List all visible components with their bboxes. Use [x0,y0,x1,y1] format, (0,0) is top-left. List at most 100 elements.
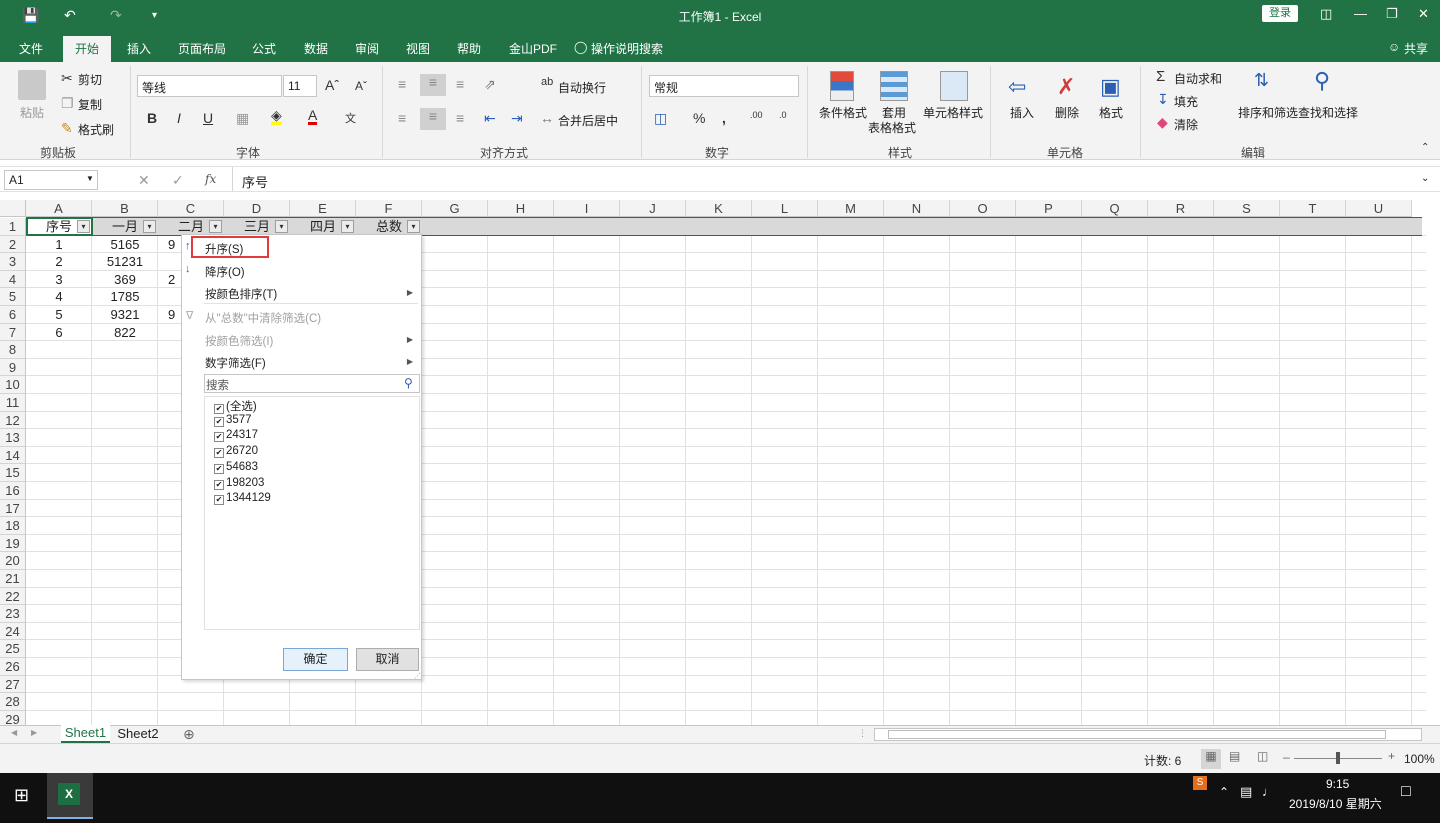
row-header[interactable]: 20 [0,552,26,570]
column-header[interactable]: O [950,200,1016,217]
volume-icon[interactable]: ♩ [1262,784,1275,799]
row-header[interactable]: 29 [0,710,26,725]
filter-dropdown-icon[interactable]: ▾ [143,220,156,233]
phonetic-icon[interactable]: 文 [345,110,356,126]
row-header[interactable]: 15 [0,464,26,482]
align-center-icon[interactable]: ≡ [420,108,446,130]
cell[interactable]: 6 [26,324,92,341]
column-header[interactable]: F [356,200,422,217]
notification-icon[interactable]: □ [1401,783,1411,801]
column-header[interactable]: U [1346,200,1412,217]
row-header[interactable]: 7 [0,323,26,342]
header-cell[interactable]: 四月 ▾ [290,218,356,235]
tab-file[interactable]: 文件 [19,40,43,57]
wrap-text-button[interactable]: 自动换行 [558,79,606,96]
row-header[interactable]: 6 [0,306,26,324]
header-cell[interactable]: 一月 ▾ [92,218,158,235]
column-header[interactable]: C [158,200,224,217]
row-header[interactable]: 9 [0,358,26,377]
ime-icon[interactable]: S [1193,776,1207,790]
header-cell[interactable]: 总数 ▾ [356,218,422,235]
sheet-tab-sheet1[interactable]: Sheet1 [61,725,110,743]
autosum-button[interactable]: 自动求和 [1174,70,1222,87]
delete-cells-button[interactable]: 删除 [1055,104,1079,121]
row-header[interactable]: 11 [0,394,26,412]
align-right-icon[interactable]: ≡ [456,110,464,126]
clock-date[interactable]: 2019/8/10 星期六 [1289,795,1382,812]
column-header[interactable]: S [1214,200,1280,217]
increase-decimal-icon[interactable]: .00 [750,110,763,120]
filter-value-item[interactable]: ✔ 3577 [214,414,252,427]
row-header[interactable]: 17 [0,499,26,518]
row-header[interactable]: 10 [0,376,26,394]
row-header[interactable]: 8 [0,341,26,359]
cell[interactable]: 369 [92,271,158,288]
resize-grip-icon[interactable]: ⋰ [414,672,421,680]
row-header[interactable]: 28 [0,693,26,711]
column-header[interactable]: I [554,200,620,217]
zoom-in-icon[interactable]: + [1388,749,1395,763]
collapse-ribbon-icon[interactable]: ⌃ [1421,142,1429,153]
network-icon[interactable]: ▤ [1240,784,1252,800]
insert-cells-button[interactable]: 插入 [1010,104,1034,121]
cell[interactable]: 9 [168,306,180,323]
conditional-format-button[interactable]: 条件格式 [819,104,867,121]
column-header[interactable]: T [1280,200,1346,217]
column-header[interactable]: E [290,200,356,217]
column-header[interactable]: G [422,200,488,217]
cut-button[interactable]: 剪切 [78,71,102,88]
zoom-level[interactable]: 100% [1404,752,1435,766]
share-icon[interactable]: ☺ [1388,40,1400,54]
cut-icon[interactable]: ✂ [61,70,73,87]
column-header[interactable]: R [1148,200,1214,217]
delete-cells-icon[interactable]: ✗ [1057,74,1075,100]
tab-page-layout[interactable]: 页面布局 [178,40,226,57]
filter-value-item[interactable]: ✔ 26720 [214,445,258,459]
sort-filter-icon[interactable]: ⇅ [1254,70,1269,91]
fill-color-icon[interactable]: ◈ [271,108,282,125]
format-painter-button[interactable]: 格式刷 [78,121,114,138]
row-header[interactable]: 12 [0,411,26,430]
conditional-format-icon[interactable] [830,71,854,101]
tab-formulas[interactable]: 公式 [252,40,276,57]
row-header[interactable]: 14 [0,446,26,465]
paste-button[interactable]: 粘贴 [20,104,44,121]
align-bottom-icon[interactable]: ≡ [456,76,464,92]
zoom-out-icon[interactable]: – [1283,750,1290,764]
row-header[interactable]: 21 [0,570,26,588]
border-icon[interactable]: ▦ [236,110,249,127]
header-cell[interactable]: 三月 ▾ [224,218,290,235]
ribbon-display-icon[interactable]: ◫ [1320,6,1332,22]
align-left-icon[interactable]: ≡ [398,110,406,126]
checkbox-checked-icon[interactable]: ✔ [214,432,224,443]
row-header[interactable]: 5 [0,288,26,306]
windows-start-icon[interactable]: ⊞ [14,785,29,806]
clear-button[interactable]: 清除 [1174,116,1198,133]
merge-center-button[interactable]: 合并后居中 [558,112,618,129]
row-header[interactable]: 27 [0,675,26,694]
row-header[interactable]: 2 [0,235,26,254]
increase-indent-icon[interactable]: ⇥ [511,110,523,127]
format-painter-icon[interactable]: ✎ [61,120,73,137]
tab-pdf[interactable]: 金山PDF [509,40,557,57]
decrease-indent-icon[interactable]: ⇤ [484,110,496,127]
filter-dropdown-icon[interactable]: ▾ [275,220,288,233]
close-icon[interactable]: ✕ [1418,6,1429,22]
cell[interactable]: 9 [168,236,180,253]
fill-button[interactable]: 填充 [1174,93,1198,110]
column-header[interactable]: K [686,200,752,217]
scrollbar-thumb[interactable] [888,730,1386,739]
format-cells-button[interactable]: 格式 [1099,104,1123,121]
cell[interactable]: 822 [92,324,158,341]
number-format-select[interactable]: 常规 [649,75,799,97]
cell[interactable] [168,324,180,341]
select-all-corner[interactable] [0,200,26,217]
format-as-table-button-2[interactable]: 表格格式 [868,119,916,136]
insert-cells-icon[interactable]: ⇦ [1008,74,1026,100]
filter-value-item[interactable]: ✔ 54683 [214,461,258,474]
filter-value-item[interactable]: ✔ (全选) [214,398,257,414]
tab-view[interactable]: 视图 [406,40,430,57]
cell[interactable]: 1785 [92,288,158,305]
share-button[interactable]: 共享 [1404,40,1428,57]
column-header[interactable]: N [884,200,950,217]
